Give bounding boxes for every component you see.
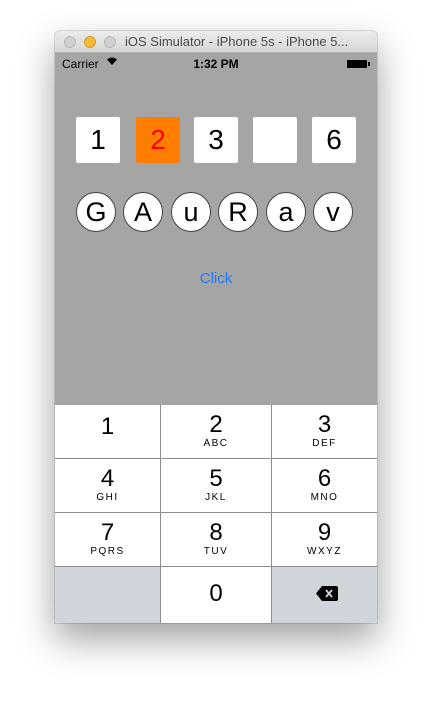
number-keypad: 1 2 ABC 3 DEF 4 GHI 5 JKL 6 MNO 7 PQRS 8… bbox=[55, 405, 377, 623]
key-letters: GHI bbox=[96, 492, 119, 503]
backspace-icon bbox=[316, 586, 338, 601]
zoom-window-button[interactable] bbox=[104, 36, 116, 48]
key-letters: PQRS bbox=[90, 546, 125, 557]
simulator-window: iOS Simulator - iPhone 5s - iPhone 5... … bbox=[55, 31, 377, 623]
key-number: 9 bbox=[317, 519, 332, 546]
digit-box[interactable]: 6 bbox=[312, 117, 356, 163]
key-0[interactable]: 0 bbox=[161, 567, 271, 623]
key-number: 5 bbox=[209, 465, 223, 492]
key-4[interactable]: 4 GHI bbox=[55, 459, 160, 512]
key-7[interactable]: 7 PQRS bbox=[55, 513, 160, 566]
letter-row: G A u R a v bbox=[55, 192, 377, 234]
key-5[interactable]: 5 JKL bbox=[161, 459, 271, 512]
letter-circle[interactable]: G bbox=[76, 192, 116, 232]
key-number: 2 bbox=[209, 411, 223, 438]
key-letters: DEF bbox=[312, 438, 337, 449]
key-2[interactable]: 2 ABC bbox=[161, 405, 271, 458]
key-number: 3 bbox=[317, 411, 332, 438]
letter-circle[interactable]: R bbox=[218, 192, 258, 232]
key-blank bbox=[55, 567, 160, 623]
key-letters: WXYZ bbox=[307, 546, 342, 557]
key-number: 4 bbox=[100, 465, 115, 492]
key-number: 7 bbox=[100, 519, 115, 546]
letter-circle[interactable]: v bbox=[313, 192, 353, 232]
key-8[interactable]: 8 TUV bbox=[161, 513, 271, 566]
key-number: 0 bbox=[209, 580, 223, 607]
key-1[interactable]: 1 bbox=[55, 405, 160, 458]
battery-icon bbox=[347, 60, 370, 68]
key-letters: JKL bbox=[205, 492, 227, 503]
clock: 1:32 PM bbox=[193, 57, 239, 71]
key-9[interactable]: 9 WXYZ bbox=[272, 513, 377, 566]
letter-circle[interactable]: u bbox=[171, 192, 211, 232]
digit-row: 1 2 3 6 bbox=[55, 117, 377, 165]
key-letters: ABC bbox=[203, 438, 229, 449]
status-bar: Carrier 1:32 PM bbox=[55, 53, 377, 73]
key-letters: TUV bbox=[203, 546, 229, 557]
key-3[interactable]: 3 DEF bbox=[272, 405, 377, 458]
digit-box[interactable] bbox=[253, 117, 297, 163]
delete-key[interactable] bbox=[272, 567, 377, 623]
close-window-button[interactable] bbox=[64, 36, 76, 48]
key-number: 1 bbox=[100, 413, 115, 440]
digit-box[interactable]: 3 bbox=[194, 117, 238, 163]
digit-box-active[interactable]: 2 bbox=[136, 117, 180, 163]
title-bar: iOS Simulator - iPhone 5s - iPhone 5... bbox=[55, 31, 377, 53]
key-number: 8 bbox=[209, 519, 223, 546]
click-button[interactable]: Click bbox=[186, 270, 246, 290]
minimize-window-button[interactable] bbox=[84, 36, 96, 48]
key-6[interactable]: 6 MNO bbox=[272, 459, 377, 512]
digit-box[interactable]: 1 bbox=[76, 117, 120, 163]
letter-circle[interactable]: A bbox=[123, 192, 163, 232]
key-number: 6 bbox=[317, 465, 332, 492]
letter-circle[interactable]: a bbox=[266, 192, 306, 232]
key-letters: MNO bbox=[310, 492, 339, 503]
window-title: iOS Simulator - iPhone 5s - iPhone 5... bbox=[125, 34, 349, 49]
